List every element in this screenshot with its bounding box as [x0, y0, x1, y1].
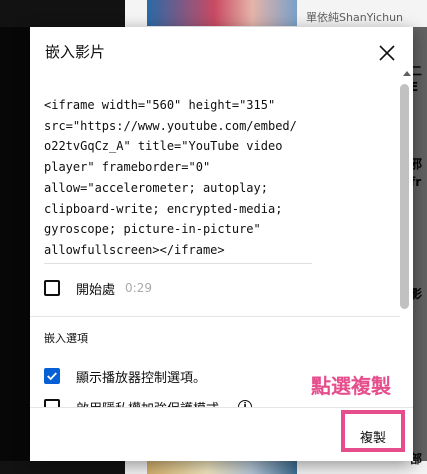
embed-code-line: clipboard-write; encrypted-media;: [44, 201, 283, 216]
channel-name[interactable]: 單依純ShanYichun: [306, 9, 403, 25]
video-thumbnail[interactable]: [147, 0, 297, 26]
embed-code-line: src="https://www.youtube.com/embed/: [44, 118, 297, 133]
close-button[interactable]: [376, 42, 398, 64]
close-icon: [379, 45, 395, 61]
tutorial-annotation-label: 點選複製: [311, 374, 391, 398]
option-label: 啟用隱私權加強保護模式。: [76, 398, 232, 408]
start-at-checkbox[interactable]: [44, 280, 60, 296]
start-at-row: 開始處 0:29: [44, 278, 152, 298]
embed-code-line: o22tvGqCz_A" title="YouTube video: [44, 139, 283, 154]
privacy-mode-checkbox[interactable]: [44, 399, 60, 407]
embed-code-line: player" frameborder="0": [44, 160, 211, 175]
checkmark-icon: [47, 372, 57, 381]
embed-options-heading: 嵌入選項: [44, 332, 88, 345]
dialog-title: 嵌入影片: [45, 43, 106, 61]
embed-code-line: gyroscope; picture-in-picture": [44, 222, 261, 237]
tutorial-highlight-box: [341, 410, 405, 452]
dialog-scroll-content[interactable]: <iframe width="560" height="315" src="ht…: [30, 83, 413, 407]
start-at-time-input[interactable]: 0:29: [125, 281, 152, 295]
embed-code-line: <iframe width="560" height="315": [44, 98, 276, 112]
scroll-up-arrow-icon[interactable]: [403, 71, 411, 76]
option-row-show-controls: 顯示播放器控制選項。: [44, 366, 206, 386]
option-row-privacy-mode: 啟用隱私權加強保護模式。 i: [44, 397, 253, 408]
info-icon[interactable]: i: [238, 400, 253, 407]
embed-code-line: allow="accelerometer; autoplay;: [44, 180, 268, 195]
scrollbar-thumb[interactable]: [400, 84, 409, 309]
section-divider: [30, 316, 400, 317]
start-at-label: 開始處: [76, 282, 116, 298]
dialog-footer-divider: [30, 407, 413, 408]
embed-code-line: allowfullscreen></iframe>: [44, 242, 225, 257]
embed-code-textarea[interactable]: <iframe width="560" height="315" src="ht…: [44, 95, 312, 264]
option-label: 顯示播放器控制選項。: [76, 370, 207, 386]
show-controls-checkbox[interactable]: [44, 368, 60, 384]
